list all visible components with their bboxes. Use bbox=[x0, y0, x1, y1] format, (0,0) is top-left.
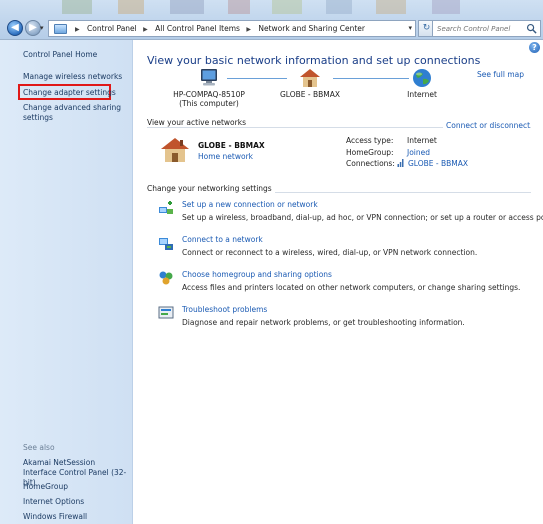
change-adapter-settings-link[interactable]: Change adapter settings bbox=[23, 88, 128, 98]
homegroup-sharing-link[interactable]: Choose homegroup and sharing options bbox=[182, 270, 332, 279]
background-window-strip bbox=[58, 0, 510, 14]
wireless-signal-icon bbox=[397, 159, 404, 167]
back-button[interactable]: ◀ bbox=[7, 20, 23, 36]
windows-firewall-link[interactable]: Windows Firewall bbox=[23, 512, 128, 522]
change-settings-label: Change your networking settings bbox=[147, 184, 275, 193]
breadcrumb-separator-icon[interactable]: ▶ bbox=[143, 26, 148, 33]
breadcrumb-separator-icon[interactable]: ▶ bbox=[246, 26, 251, 33]
address-toolbar: ◀ ▶ ▾ ▶ Control Panel ▶ All Control Pane… bbox=[0, 0, 543, 40]
address-dropdown-icon[interactable]: ▾ bbox=[408, 21, 412, 36]
task-description: Access files and printers located on oth… bbox=[182, 283, 521, 292]
map-network-node[interactable]: GLOBE - BBMAX bbox=[269, 68, 351, 99]
connect-network-icon bbox=[159, 238, 173, 250]
search-icon[interactable] bbox=[526, 23, 537, 34]
computer-icon bbox=[201, 69, 217, 86]
see-also-label: See also bbox=[23, 443, 55, 452]
task-description: Diagnose and repair network problems, or… bbox=[182, 318, 465, 327]
connect-or-disconnect-link[interactable]: Connect or disconnect bbox=[443, 121, 531, 130]
control-panel-folder-icon bbox=[54, 24, 67, 34]
new-connection-icon bbox=[159, 201, 173, 214]
active-networks-label: View your active networks bbox=[147, 118, 249, 127]
breadcrumb: ▶ Control Panel ▶ All Control Panel Item… bbox=[71, 21, 365, 36]
connections-label: Connections: bbox=[346, 159, 395, 168]
internet-options-link[interactable]: Internet Options bbox=[23, 497, 128, 507]
task-description: Connect or reconnect to a wireless, wire… bbox=[182, 248, 478, 257]
troubleshoot-problems-link[interactable]: Troubleshoot problems bbox=[182, 305, 267, 314]
troubleshoot-icon bbox=[158, 306, 174, 319]
connect-to-network-link[interactable]: Connect to a network bbox=[182, 235, 263, 244]
control-panel-home-link[interactable]: Control Panel Home bbox=[23, 50, 128, 60]
computer-sub-label: (This computer) bbox=[179, 99, 239, 108]
network-name: GLOBE - BBMAX bbox=[279, 90, 340, 99]
main-content: ? View your basic network information an… bbox=[134, 40, 543, 524]
map-computer-node[interactable]: HP-COMPAQ-8510P (This computer) bbox=[164, 68, 254, 108]
network-type-link[interactable]: Home network bbox=[198, 152, 253, 161]
change-advanced-sharing-settings-link[interactable]: Change advanced sharing settings bbox=[23, 103, 128, 123]
history-dropdown-icon[interactable]: ▾ bbox=[40, 24, 44, 32]
access-type-label: Access type: bbox=[346, 136, 394, 145]
forward-button[interactable]: ▶ bbox=[25, 20, 41, 36]
help-icon[interactable]: ? bbox=[529, 42, 540, 53]
home-network-icon bbox=[161, 138, 189, 162]
see-full-map-link[interactable]: See full map bbox=[477, 70, 524, 79]
internet-label: Internet bbox=[407, 90, 437, 99]
address-bar[interactable]: ▶ Control Panel ▶ All Control Panel Item… bbox=[48, 20, 416, 37]
homegroup-link[interactable]: HomeGroup bbox=[23, 482, 128, 492]
breadcrumb-control-panel[interactable]: Control Panel bbox=[87, 24, 137, 33]
breadcrumb-root-arrow-icon[interactable]: ▶ bbox=[75, 26, 80, 33]
manage-wireless-networks-link[interactable]: Manage wireless networks bbox=[23, 72, 128, 82]
breadcrumb-all-items[interactable]: All Control Panel Items bbox=[155, 24, 240, 33]
homegroup-sharing-icon bbox=[159, 271, 173, 285]
active-network-name: GLOBE - BBMAX bbox=[198, 141, 265, 150]
set-up-connection-link[interactable]: Set up a new connection or network bbox=[182, 200, 318, 209]
connection-status-link[interactable]: GLOBE - BBMAX bbox=[408, 159, 468, 168]
search-box[interactable] bbox=[432, 20, 541, 37]
homegroup-label: HomeGroup: bbox=[346, 148, 394, 157]
task-description: Set up a wireless, broadband, dial-up, a… bbox=[182, 213, 543, 222]
computer-name: HP-COMPAQ-8510P bbox=[173, 90, 245, 99]
refresh-icon: ↻ bbox=[422, 23, 431, 33]
access-type-value: Internet bbox=[407, 136, 437, 145]
search-input[interactable] bbox=[433, 21, 525, 36]
globe-icon bbox=[413, 69, 431, 87]
map-internet-node[interactable]: Internet bbox=[396, 68, 448, 99]
breadcrumb-network-sharing[interactable]: Network and Sharing Center bbox=[258, 24, 365, 33]
homegroup-joined-link[interactable]: Joined bbox=[407, 148, 430, 157]
page-title: View your basic network information and … bbox=[147, 54, 481, 67]
left-navigation-pane: Control Panel Home Manage wireless netwo… bbox=[0, 40, 133, 524]
home-network-icon bbox=[300, 69, 320, 87]
